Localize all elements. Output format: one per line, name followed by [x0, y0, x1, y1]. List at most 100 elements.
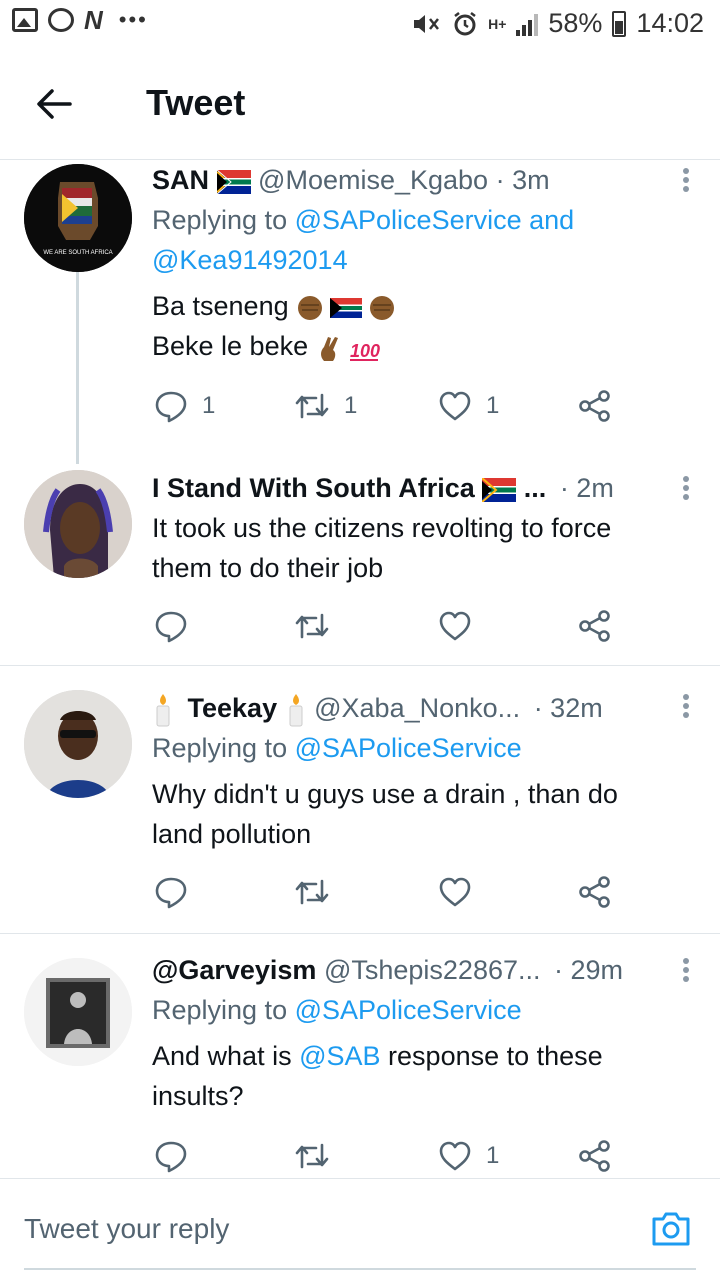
replying-to: Replying to @SAPoliceService — [152, 990, 676, 1030]
tweet-header: I Stand With South Africa ... · 2m — [152, 468, 676, 508]
mention-link[interactable]: @Kea91492014 — [152, 245, 348, 275]
historical-photo-avatar-image — [24, 958, 132, 1066]
reply-button[interactable] — [154, 872, 188, 912]
replying-to-label: Replying to — [152, 205, 288, 235]
status-bar: N ••• H+ 58% 14:02 — [0, 0, 720, 50]
svg-text:100: 100 — [350, 341, 380, 361]
more-dots-icon: ••• — [118, 7, 148, 32]
news-icon: N — [84, 5, 103, 35]
replying-to-label: Replying to — [152, 995, 288, 1025]
tweet-text: Ba tseneng Beke le beke 100 — [152, 286, 676, 366]
timestamp: · 3m — [495, 165, 550, 195]
share-icon — [579, 1140, 610, 1172]
mention-link[interactable]: @SAPoliceService — [295, 995, 522, 1025]
mention-link[interactable]: @SAB — [299, 1041, 380, 1071]
display-name[interactable]: @Garveyism — [152, 955, 316, 985]
replying-and[interactable]: and — [529, 205, 574, 235]
avatar[interactable] — [24, 958, 132, 1066]
share-button[interactable] — [578, 386, 612, 426]
heart-icon — [439, 391, 471, 421]
reply-button[interactable] — [154, 606, 188, 646]
south-africa-flag-icon — [216, 169, 251, 194]
more-options-icon[interactable] — [682, 958, 690, 986]
arrow-left-icon[interactable] — [34, 84, 74, 124]
tweet-text: Why didn't u guys use a drain , than do … — [152, 779, 618, 849]
reply-icon — [155, 877, 187, 909]
page-title: Tweet — [146, 82, 246, 123]
share-icon — [579, 876, 610, 908]
mention-link[interactable]: @SAPoliceService — [295, 205, 522, 235]
handle[interactable]: @Xaba_Nonko... — [314, 693, 520, 723]
retweet-button[interactable]: 1 — [294, 386, 357, 426]
status-bar-notifications: N ••• — [12, 5, 148, 35]
avatar[interactable]: WE ARE SOUTH AFRICA — [24, 164, 132, 272]
reply-button[interactable]: 1 — [154, 386, 215, 426]
tweet-header: @Garveyism @Tshepis22867... · 29m — [152, 950, 676, 990]
tweet-text-line: Ba tseneng — [152, 291, 289, 321]
reply-icon — [155, 611, 187, 643]
more-options-icon[interactable] — [682, 694, 690, 722]
reply-count: 1 — [202, 392, 216, 419]
clock: 14:02 — [636, 8, 704, 38]
tweet-header: Teekay @Xaba_Nonko... · 32m — [152, 688, 676, 728]
tweet-2[interactable]: I Stand With South Africa ... · 2m It to… — [0, 464, 720, 664]
svg-text:WE ARE SOUTH AFRICA: WE ARE SOUTH AFRICA — [43, 250, 112, 256]
camera-icon[interactable] — [650, 1207, 692, 1249]
candle-icon — [156, 693, 170, 727]
reply-icon — [155, 1141, 187, 1173]
share-button[interactable] — [578, 1136, 612, 1176]
like-button[interactable] — [438, 872, 472, 912]
heart-icon — [439, 877, 471, 907]
retweet-button[interactable] — [294, 1136, 330, 1176]
retweet-count: 1 — [344, 392, 358, 419]
status-bar-system: H+ 58% 14:02 — [412, 8, 704, 39]
retweet-icon — [295, 1143, 329, 1169]
like-count: 1 — [486, 392, 500, 419]
display-name[interactable]: Teekay — [188, 693, 278, 723]
handle[interactable]: @Tshepis22867... — [324, 955, 541, 985]
retweet-icon — [295, 879, 329, 905]
tweet-text: It took us the citizens revolting to for… — [152, 513, 612, 583]
retweet-button[interactable] — [294, 872, 330, 912]
retweet-button[interactable] — [294, 606, 330, 646]
like-button[interactable]: 1 — [438, 1136, 499, 1176]
avatar[interactable] — [24, 690, 132, 798]
battery-icon — [612, 10, 627, 37]
share-button[interactable] — [578, 606, 612, 646]
more-options-icon[interactable] — [682, 476, 690, 504]
more-options-icon[interactable] — [682, 168, 690, 196]
like-count: 1 — [486, 1142, 500, 1169]
reply-composer-bar: Tweet your reply — [0, 1178, 720, 1280]
tweet-1[interactable]: WE ARE SOUTH AFRICA SAN @Moemise_Kgabo ·… — [0, 160, 720, 460]
tweet-4[interactable]: @Garveyism @Tshepis22867... · 29m Replyi… — [0, 934, 720, 1178]
like-button[interactable] — [438, 606, 472, 646]
heart-icon — [439, 611, 471, 641]
display-name[interactable]: I Stand With South Africa — [152, 473, 475, 503]
like-button[interactable]: 1 — [438, 386, 499, 426]
network-type: H+ — [488, 15, 507, 32]
tweet-3[interactable]: Teekay @Xaba_Nonko... · 32m Replying to … — [0, 666, 720, 932]
timestamp: · 2m — [559, 473, 614, 503]
share-button[interactable] — [578, 872, 612, 912]
avatar[interactable] — [24, 470, 132, 578]
share-icon — [579, 610, 610, 642]
retweet-icon — [295, 393, 329, 419]
reply-button[interactable] — [154, 1136, 188, 1176]
gallery-icon — [12, 8, 38, 32]
candle-icon — [289, 693, 303, 727]
timestamp: · 29m — [554, 955, 624, 985]
gesture-bar — [24, 1268, 696, 1270]
mention-link[interactable]: @SAPoliceService — [295, 733, 522, 763]
south-africa-flag-icon — [482, 477, 517, 502]
fist-flag-avatar-image: WE ARE SOUTH AFRICA — [24, 164, 132, 272]
tweet-text-part: And what is — [152, 1041, 292, 1071]
retweet-icon — [295, 613, 329, 639]
reply-icon — [155, 391, 187, 423]
top-app-bar: Tweet — [0, 50, 720, 160]
display-name[interactable]: SAN — [152, 165, 209, 195]
mute-icon — [414, 14, 440, 33]
handle[interactable]: @Moemise_Kgabo — [258, 165, 488, 195]
reply-input[interactable]: Tweet your reply — [24, 1213, 229, 1245]
timestamp: · 32m — [533, 693, 603, 723]
signal-icon — [516, 12, 539, 36]
